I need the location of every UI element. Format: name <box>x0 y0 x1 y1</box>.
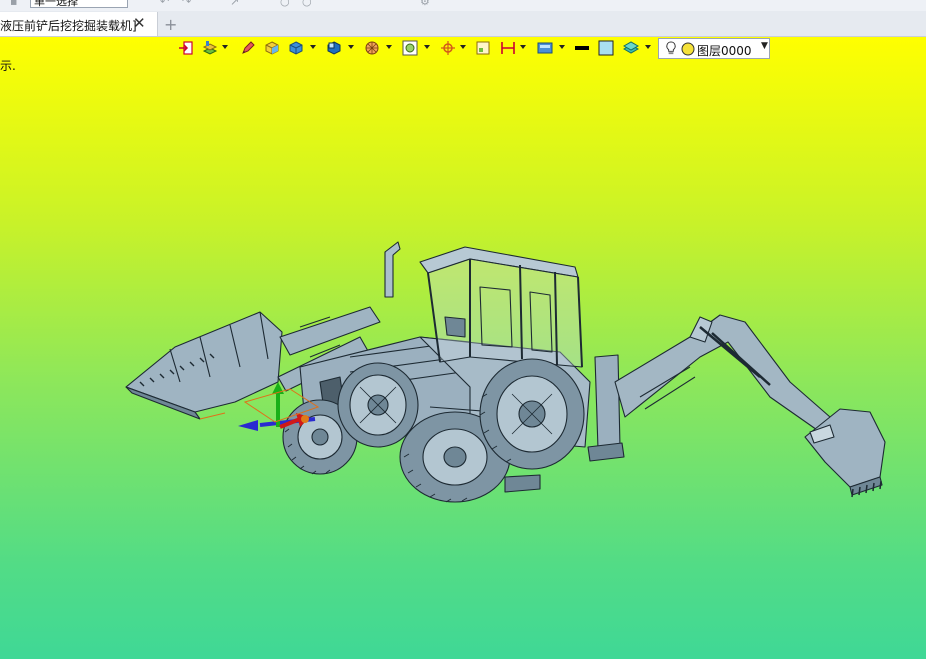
operator-cab <box>419 246 583 368</box>
undo-icon[interactable]: ↶ <box>160 0 172 8</box>
exhaust-pipe <box>384 241 401 298</box>
3d-viewport[interactable]: 示. 图层0000 ▼ <box>0 37 926 659</box>
close-icon[interactable]: ✕ <box>133 14 146 32</box>
circle-icon-2[interactable]: ○ <box>302 0 314 8</box>
backhoe-loader-model[interactable] <box>0 37 926 659</box>
backhoe-boom <box>614 314 831 433</box>
document-tab-bar: 液压前铲后挖挖掘装载机] ✕ + <box>0 11 926 37</box>
gear-icon[interactable]: ⚙ <box>420 0 432 8</box>
rear-right-wheel <box>479 358 585 470</box>
front-bucket <box>125 311 283 420</box>
tab-title: 液压前铲后挖挖掘装载机] <box>0 19 137 33</box>
add-tab-icon[interactable]: + <box>164 15 177 34</box>
front-right-wheel <box>337 362 419 448</box>
circle-icon[interactable]: ○ <box>280 0 292 8</box>
arrow-icon[interactable]: ↗ <box>230 0 242 8</box>
file-icon[interactable]: ▪ <box>10 0 22 8</box>
document-tab[interactable]: 液压前铲后挖挖掘装载机] ✕ <box>0 12 158 36</box>
selection-mode-dropdown[interactable]: 单一选择 <box>30 0 128 8</box>
redo-icon[interactable]: ↷ <box>182 0 194 8</box>
